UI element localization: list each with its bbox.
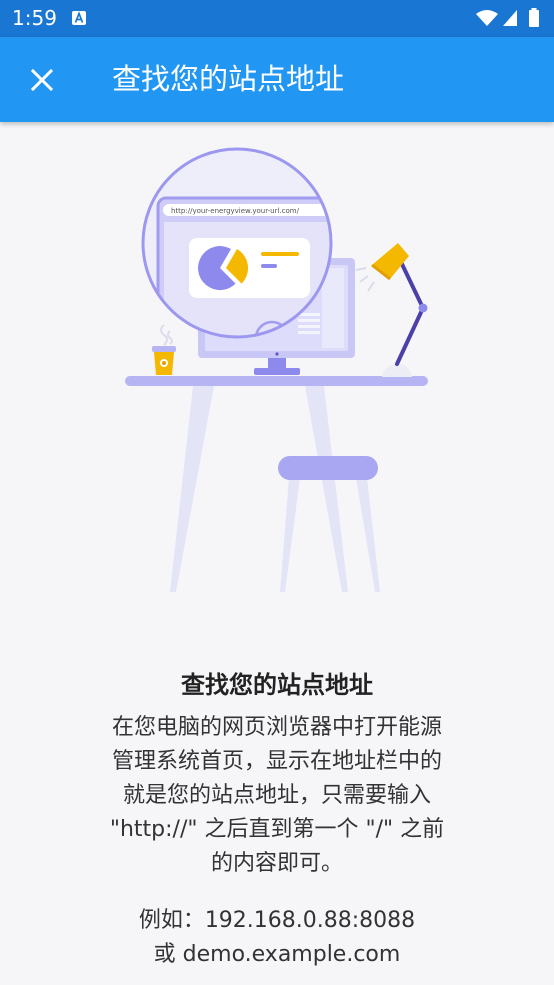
status-bar: 1:59	[0, 0, 554, 37]
desk-left-leg	[170, 386, 214, 592]
steam	[167, 330, 173, 345]
screen-line	[298, 325, 320, 328]
screen-line	[298, 319, 320, 322]
status-time: 1:59	[12, 6, 57, 30]
wifi-icon	[476, 10, 498, 26]
power-light	[275, 352, 279, 356]
a-badge-icon	[72, 11, 86, 25]
description-line: 就是您的站点地址，只需要输入	[122, 783, 431, 808]
description: 在您电脑的网页浏览器中打开能源 管理系统首页，显示在地址栏中的 就是您的站点地址…	[0, 711, 554, 881]
light-ray	[355, 267, 367, 271]
description-line: "http://" 之后直到第一个 "/" 之前	[109, 817, 445, 842]
stool-right-leg	[356, 478, 380, 592]
lamp-arm	[395, 260, 425, 366]
lamp-joint	[418, 303, 428, 313]
page-title: 查找您的站点地址	[112, 62, 345, 96]
close-icon	[30, 68, 54, 92]
description-line: 的内容即可。	[210, 851, 343, 876]
monitor-screen-panel	[322, 268, 344, 348]
lamp-shade	[372, 243, 409, 279]
light-ray	[367, 281, 375, 292]
battery-icon	[529, 8, 539, 27]
example-ip: 例如：192.168.0.88:8088	[138, 908, 416, 933]
desk-lamp	[355, 243, 428, 377]
signal-icon	[503, 10, 517, 26]
stool	[278, 456, 380, 592]
close-button[interactable]	[22, 60, 62, 100]
card-line	[261, 264, 277, 268]
find-address-illustration: http://your-energyview.your-url.com/	[125, 147, 428, 592]
app-bar: 查找您的站点地址	[0, 37, 554, 122]
card-line	[261, 252, 299, 256]
url-text: http://your-energyview.your-url.com/	[171, 207, 300, 215]
monitor-neck	[268, 356, 286, 370]
coffee-cup	[152, 324, 176, 375]
light-ray	[359, 275, 369, 283]
desk	[170, 386, 348, 592]
stool-seat	[278, 456, 378, 480]
cup-logo-dot	[162, 361, 166, 365]
description-line: 管理系统首页，显示在地址栏中的	[111, 749, 442, 774]
desk-top	[125, 376, 428, 386]
cup-lid	[152, 346, 176, 352]
description-line: 在您电脑的网页浏览器中打开能源	[111, 715, 442, 740]
screen-line	[298, 331, 320, 334]
stool-left-leg	[280, 478, 300, 592]
example-domain: 或 demo.example.com	[153, 942, 401, 967]
desk-right-leg	[305, 386, 348, 592]
monitor-base	[254, 368, 300, 375]
steam	[160, 324, 168, 346]
examples: 例如：192.168.0.88:8088 或 demo.example.com	[0, 904, 554, 972]
section-heading: 查找您的站点地址	[181, 671, 373, 699]
